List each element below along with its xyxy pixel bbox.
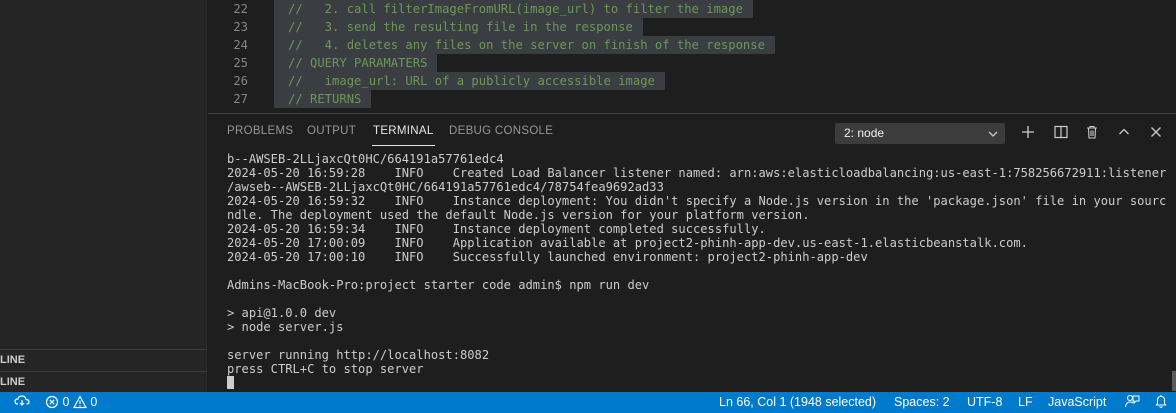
terminal-line: Admins-MacBook-Pro:project starter code … <box>227 278 650 292</box>
sidebar-section-header[interactable]: LINE <box>0 349 207 371</box>
indentation-setting[interactable]: Spaces: 2 <box>894 392 950 413</box>
terminal-select[interactable]: 2: node <box>835 123 1005 144</box>
close-icon[interactable] <box>1146 122 1166 142</box>
terminal-line: server running http://localhost:8082 <box>227 348 490 362</box>
line-number: 22 <box>233 2 248 16</box>
warning-icon <box>72 395 87 409</box>
terminal-select-value: 2: node <box>844 126 885 140</box>
sidebar-section-header[interactable]: LINE <box>0 371 207 393</box>
terminal-line: b--AWSEB-2LLjaxcQt0HC/664191a57761edc4 <box>227 152 504 166</box>
bell-icon[interactable] <box>1154 392 1168 413</box>
tab-debug-console[interactable]: DEBUG CONSOLE <box>449 125 553 137</box>
editor-line: 23 // 3. send the resulting file in the … <box>208 18 1176 36</box>
code-comment[interactable]: // QUERY PARAMATERS <box>274 54 438 72</box>
terminal-cursor <box>227 376 234 389</box>
terminal-line: > node server.js <box>227 320 344 334</box>
code-comment[interactable]: // RETURNS <box>274 90 372 108</box>
error-icon <box>45 395 59 409</box>
split-icon[interactable] <box>1051 122 1071 142</box>
tab-output[interactable]: OUTPUT <box>307 125 356 137</box>
tab-problems[interactable]: PROBLEMS <box>227 125 293 137</box>
code-comment[interactable]: // 4. deletes any files on the server on… <box>274 36 775 54</box>
warning-count: 0 <box>90 395 98 409</box>
line-number: 24 <box>233 38 248 52</box>
terminal-output[interactable]: b--AWSEB-2LLjaxcQt0HC/664191a57761edc4 2… <box>227 152 1167 390</box>
chevron-up-icon[interactable] <box>1114 122 1134 142</box>
line-number: 27 <box>233 92 248 106</box>
code-comment[interactable]: // 2. call filterImageFromURL(image_url)… <box>274 0 753 18</box>
code-editor[interactable]: 22 // 2. call filterImageFromURL(image_u… <box>208 0 1176 113</box>
line-number: 25 <box>233 56 248 70</box>
editor-line: 24 // 4. deletes any files on the server… <box>208 36 1176 54</box>
chevron-down-icon <box>988 131 998 137</box>
panel-tabs: PROBLEMS OUTPUT TERMINAL DEBUG CONSOLE 2… <box>208 114 1176 150</box>
code-comment[interactable]: // 3. send the resulting file in the res… <box>274 18 643 36</box>
explorer-sidebar: LINE LINE <box>0 0 207 392</box>
editor-line: 22 // 2. call filterImageFromURL(image_u… <box>208 0 1176 18</box>
status-bar: 0 0 Ln 66, Col 1 (1948 selected) Spaces:… <box>0 392 1176 413</box>
bottom-panel: PROBLEMS OUTPUT TERMINAL DEBUG CONSOLE 2… <box>208 113 1176 392</box>
tab-terminal[interactable]: TERMINAL <box>373 125 434 137</box>
code-comment[interactable]: // image_url: URL of a publicly accessib… <box>274 72 665 90</box>
terminal-line: /awseb--AWSEB-2LLjaxcQt0HC/664191a57761e… <box>227 180 664 194</box>
terminal-line: 2024-05-20 17:00:09 INFO Application ava… <box>227 236 1028 250</box>
trash-icon[interactable] <box>1082 122 1102 142</box>
terminal-line: press CTRL+C to stop server <box>227 362 424 376</box>
encoding-setting[interactable]: UTF-8 <box>967 392 1002 413</box>
terminal-scrollbar[interactable] <box>1172 371 1176 391</box>
problems-indicator[interactable]: 0 0 <box>45 392 97 413</box>
terminal-line: > api@1.0.0 dev <box>227 306 337 320</box>
feedback-icon[interactable] <box>1124 392 1140 413</box>
active-tab-indicator <box>372 145 435 146</box>
plus-icon[interactable] <box>1018 122 1038 142</box>
language-mode[interactable]: JavaScript <box>1048 392 1106 413</box>
terminal-line: 2024-05-20 16:59:32 INFO Instance deploy… <box>227 194 1167 208</box>
cursor-position[interactable]: Ln 66, Col 1 (1948 selected) <box>719 392 876 413</box>
terminal-line: 2024-05-20 16:59:28 INFO Created Load Ba… <box>227 166 1167 180</box>
terminal-prompt-line[interactable] <box>227 376 1167 390</box>
editor-line: 25 // QUERY PARAMATERS <box>208 54 1176 72</box>
terminal-line: 2024-05-20 16:59:34 INFO Instance deploy… <box>227 222 766 236</box>
line-number: 23 <box>233 20 248 34</box>
terminal-line: 2024-05-20 17:00:10 INFO Successfully la… <box>227 250 868 264</box>
editor-line: 26 // image_url: URL of a publicly acces… <box>208 72 1176 90</box>
remote-icon[interactable] <box>14 392 30 413</box>
error-count: 0 <box>62 395 70 409</box>
editor-line: 27 // RETURNS <box>208 90 1176 108</box>
eol-setting[interactable]: LF <box>1018 392 1033 413</box>
line-number: 26 <box>233 74 248 88</box>
terminal-line: ndle. The deployment used the default No… <box>227 208 810 222</box>
